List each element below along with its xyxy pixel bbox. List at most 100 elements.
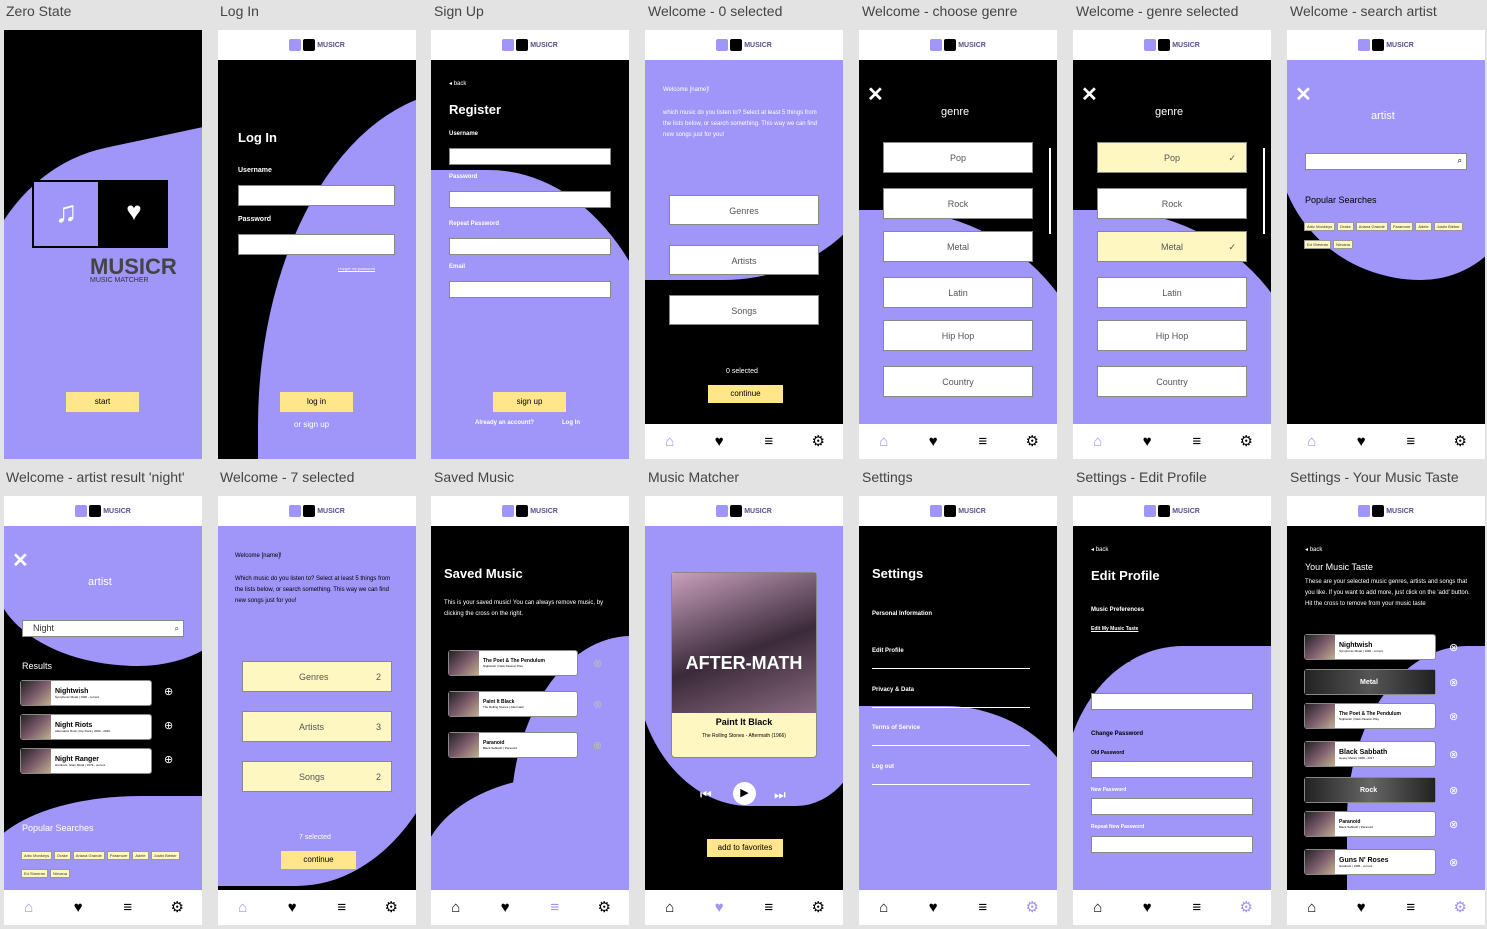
result-card[interactable]: Night Riots Alternative Rock, Pop Rock | … (20, 714, 152, 740)
settings-item[interactable]: Terms of Service (872, 725, 1030, 746)
old-password-input[interactable] (1091, 761, 1253, 778)
playlist-check-icon[interactable]: ≡ (543, 900, 567, 915)
add-icon[interactable]: ⊕ (164, 719, 173, 732)
repeat-new-password-input[interactable] (1091, 836, 1253, 853)
back-link[interactable]: ◂ back (1091, 546, 1108, 553)
edit-music-taste-link[interactable]: Edit My Music Taste (1091, 626, 1138, 632)
remove-icon[interactable]: ⊗ (1449, 641, 1458, 654)
email-input[interactable] (1091, 693, 1253, 710)
username-input[interactable] (238, 185, 395, 206)
home-icon[interactable]: ⌂ (1086, 434, 1110, 449)
heart-music-icon[interactable]: ♥ (280, 900, 304, 915)
gear-icon[interactable]: ⚙ (1234, 900, 1258, 915)
remove-icon[interactable]: ⊗ (1449, 856, 1458, 869)
continue-button[interactable]: continue (708, 385, 783, 403)
artists-button[interactable]: Artists 3 (242, 711, 392, 742)
close-icon[interactable]: ✕ (1081, 82, 1098, 107)
start-button[interactable]: start (66, 392, 139, 412)
genre-option[interactable]: Latin (883, 277, 1033, 308)
result-card[interactable]: Nightwish Symphonic Metal | 1996 - curren… (20, 680, 152, 706)
gear-icon[interactable]: ⚙ (165, 900, 189, 915)
heart-music-icon[interactable]: ♥ (707, 900, 731, 915)
genre-option[interactable]: Rock (883, 188, 1033, 219)
songs-button[interactable]: Songs 2 (242, 761, 392, 792)
genre-option[interactable]: Country (883, 366, 1033, 397)
home-icon[interactable]: ⌂ (1086, 900, 1110, 915)
signup-button[interactable]: sign up (493, 392, 566, 412)
email-input[interactable] (449, 281, 611, 298)
songs-button[interactable]: Songs (669, 295, 819, 325)
gear-icon[interactable]: ⚙ (806, 434, 830, 449)
genre-option[interactable]: Latin (1097, 277, 1247, 308)
playlist-check-icon[interactable]: ≡ (1185, 434, 1209, 449)
playlist-check-icon[interactable]: ≡ (971, 900, 995, 915)
home-icon[interactable]: ⌂ (872, 434, 896, 449)
playlist-check-icon[interactable]: ≡ (1399, 900, 1423, 915)
saved-card[interactable]: The Poet & The Pendulum Nightwish | Dark … (448, 650, 578, 676)
genre-option-selected[interactable]: Metal ✓ (1097, 231, 1247, 262)
settings-item[interactable]: Privacy & Data (872, 687, 1030, 708)
remove-icon[interactable]: ⊗ (1449, 748, 1458, 761)
playlist-check-icon[interactable]: ≡ (757, 434, 781, 449)
continue-button[interactable]: continue (281, 851, 356, 869)
heart-music-icon[interactable]: ♥ (1135, 900, 1159, 915)
playlist-check-icon[interactable]: ≡ (116, 900, 140, 915)
scrollbar[interactable] (1049, 148, 1051, 234)
taste-card[interactable]: Metal (1304, 669, 1436, 695)
gear-icon[interactable]: ⚙ (1020, 900, 1044, 915)
playlist-check-icon[interactable]: ≡ (330, 900, 354, 915)
gear-icon[interactable]: ⚙ (1020, 434, 1044, 449)
genre-option[interactable]: Rock (1097, 188, 1247, 219)
remove-icon[interactable]: ⊗ (1449, 676, 1458, 689)
playlist-check-icon[interactable]: ≡ (757, 900, 781, 915)
home-icon[interactable]: ⌂ (658, 434, 682, 449)
search-input[interactable]: Night ⌕ (22, 620, 184, 637)
taste-card[interactable]: Paranoid Black Sabbath | Paranoid (1304, 811, 1436, 837)
heart-music-icon[interactable]: ♥ (1135, 434, 1159, 449)
playlist-check-icon[interactable]: ≡ (1399, 434, 1423, 449)
settings-item[interactable]: Personal Information (872, 611, 932, 617)
new-password-input[interactable] (1091, 798, 1253, 815)
settings-item[interactable]: Edit Profile (872, 648, 1030, 669)
saved-card[interactable]: Paint It Black The Rolling Stones | After… (448, 691, 578, 717)
genre-option[interactable]: Pop (883, 142, 1033, 173)
scrollbar[interactable] (1263, 148, 1265, 234)
gear-icon[interactable]: ⚙ (1448, 434, 1472, 449)
remove-icon[interactable]: ⊗ (593, 698, 602, 711)
play-icon[interactable]: ▶ (733, 782, 756, 805)
close-icon[interactable]: ✕ (1295, 82, 1312, 107)
home-icon[interactable]: ⌂ (1300, 434, 1324, 449)
artists-button[interactable]: Artists (669, 245, 819, 275)
heart-music-icon[interactable]: ♥ (493, 900, 517, 915)
add-icon[interactable]: ⊕ (164, 685, 173, 698)
back-link[interactable]: ◂ back (449, 80, 466, 87)
home-icon[interactable]: ⌂ (231, 900, 255, 915)
taste-card[interactable]: Nightwish Symphonic Metal | 1996 - curren… (1304, 634, 1436, 660)
signup-link[interactable]: or sign up (294, 420, 329, 429)
repeat-password-input[interactable] (449, 238, 611, 255)
heart-music-icon[interactable]: ♥ (921, 900, 945, 915)
home-icon[interactable]: ⌂ (444, 900, 468, 915)
remove-icon[interactable]: ⊗ (1449, 818, 1458, 831)
genre-option-selected[interactable]: Pop ✓ (1097, 142, 1247, 173)
heart-music-icon[interactable]: ♥ (1349, 434, 1373, 449)
login-link[interactable]: Log In (562, 420, 580, 426)
home-icon[interactable]: ⌂ (17, 900, 41, 915)
genre-option[interactable]: Hip Hop (883, 320, 1033, 351)
gear-icon[interactable]: ⚙ (1448, 900, 1472, 915)
genre-option[interactable]: Metal (883, 231, 1033, 262)
playlist-check-icon[interactable]: ≡ (1185, 900, 1209, 915)
remove-icon[interactable]: ⊗ (593, 739, 602, 752)
close-icon[interactable]: ✕ (12, 548, 29, 573)
close-icon[interactable]: ✕ (867, 82, 884, 107)
home-icon[interactable]: ⌂ (1300, 900, 1324, 915)
previous-icon[interactable]: ⏮ (700, 787, 712, 803)
heart-music-icon[interactable]: ♥ (66, 900, 90, 915)
heart-music-icon[interactable]: ♥ (1349, 900, 1373, 915)
genres-button[interactable]: Genres 2 (242, 661, 392, 692)
remove-icon[interactable]: ⊗ (1449, 784, 1458, 797)
remove-icon[interactable]: ⊗ (1449, 710, 1458, 723)
result-card[interactable]: Night Ranger Hardrock, Glam Metal | 1979 … (20, 748, 152, 774)
heart-music-icon[interactable]: ♥ (921, 434, 945, 449)
gear-icon[interactable]: ⚙ (806, 900, 830, 915)
